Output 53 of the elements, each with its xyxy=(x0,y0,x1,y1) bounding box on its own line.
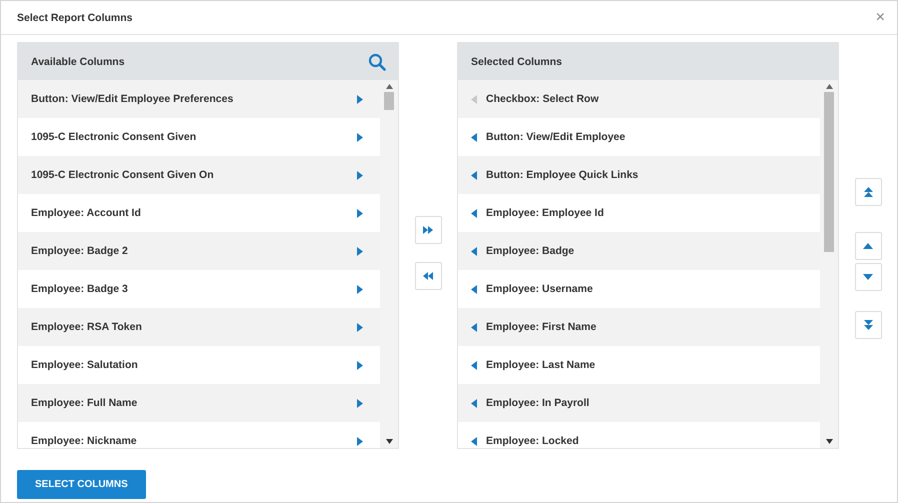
left-arrow-icon[interactable] xyxy=(471,360,477,370)
double-right-arrow-icon xyxy=(422,226,434,234)
column-list-item[interactable]: Employee: Locked xyxy=(458,422,820,448)
panel-title: Available Columns xyxy=(31,56,125,68)
left-arrow-icon[interactable] xyxy=(471,132,477,142)
left-arrow-icon[interactable] xyxy=(471,398,477,408)
scrollbar-thumb[interactable] xyxy=(384,92,394,110)
column-list-item[interactable]: Button: View/Edit Employee xyxy=(458,118,820,156)
panel-title: Selected Columns xyxy=(471,56,562,68)
column-list-item[interactable]: Employee: Account Id xyxy=(18,194,380,232)
select-columns-button[interactable]: SELECT COLUMNS xyxy=(17,470,146,499)
column-list-item[interactable]: 1095-C Electronic Consent Given xyxy=(18,118,380,156)
column-list-item[interactable]: Employee: Salutation xyxy=(18,346,380,384)
down-arrow-icon xyxy=(863,274,874,280)
remove-all-button[interactable] xyxy=(414,262,442,290)
add-all-button[interactable] xyxy=(414,216,442,244)
column-list-item[interactable]: Employee: Badge 3 xyxy=(18,270,380,308)
close-button[interactable]: × xyxy=(874,8,887,26)
up-arrow-icon xyxy=(863,243,874,249)
column-list-item[interactable]: Employee: Nickname xyxy=(18,422,380,448)
left-arrow-icon[interactable] xyxy=(471,208,477,218)
move-to-bottom-button[interactable] xyxy=(854,311,882,339)
right-arrow-icon[interactable] xyxy=(357,170,364,180)
right-arrow-icon[interactable] xyxy=(357,360,364,370)
right-arrow-icon[interactable] xyxy=(357,246,364,256)
column-list-item[interactable]: Employee: Last Name xyxy=(458,346,820,384)
dialog-title: Select Report Columns xyxy=(17,12,133,24)
scroll-down-icon[interactable] xyxy=(826,439,833,444)
right-arrow-icon[interactable] xyxy=(357,398,364,408)
move-to-top-button[interactable] xyxy=(854,178,882,206)
right-arrow-icon[interactable] xyxy=(357,208,364,218)
scroll-up-icon[interactable] xyxy=(826,84,833,89)
left-arrow-icon[interactable] xyxy=(471,284,477,294)
left-arrow-icon[interactable] xyxy=(471,436,477,446)
left-arrow-icon[interactable] xyxy=(471,322,477,332)
search-icon[interactable] xyxy=(368,52,386,70)
double-left-arrow-icon xyxy=(422,272,434,280)
scroll-down-icon[interactable] xyxy=(386,439,393,444)
right-arrow-icon[interactable] xyxy=(357,284,364,294)
double-down-arrow-icon xyxy=(864,320,873,330)
double-up-arrow-icon xyxy=(864,187,873,197)
column-list-item[interactable]: Employee: Username xyxy=(458,270,820,308)
right-arrow-icon[interactable] xyxy=(357,436,364,446)
move-up-button[interactable] xyxy=(854,232,882,260)
right-arrow-icon[interactable] xyxy=(357,94,364,104)
scrollbar-thumb[interactable] xyxy=(824,92,834,252)
left-arrow-icon[interactable] xyxy=(471,246,477,256)
column-list-item[interactable]: Employee: Employee Id xyxy=(458,194,820,232)
scroll-up-icon[interactable] xyxy=(386,84,393,89)
right-arrow-icon[interactable] xyxy=(357,132,364,142)
left-arrow-icon[interactable] xyxy=(471,170,477,180)
move-down-button[interactable] xyxy=(854,263,882,291)
right-arrow-icon[interactable] xyxy=(357,322,364,332)
